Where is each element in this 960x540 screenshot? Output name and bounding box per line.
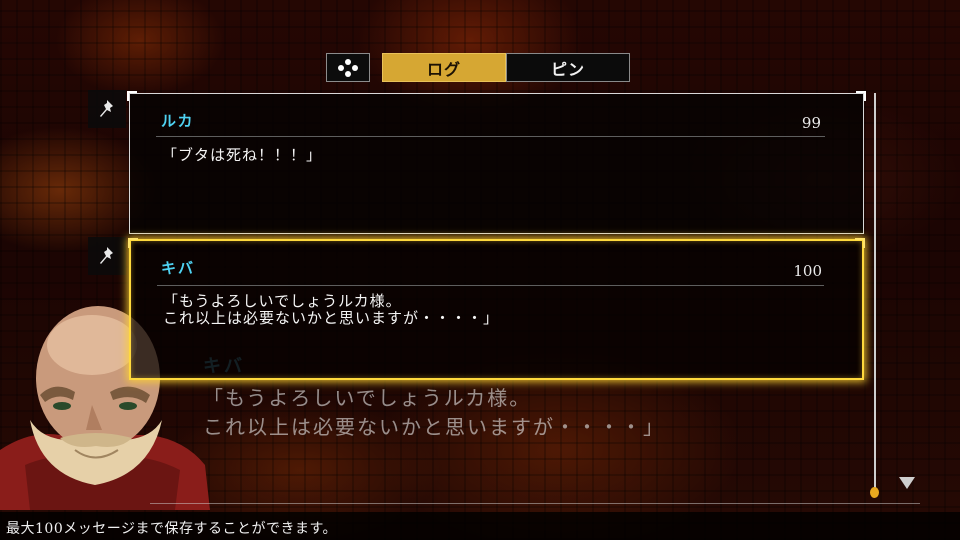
frame-corner [856,91,866,101]
pin-icon [100,247,113,264]
log-tab-bar: ログ ピン [326,53,630,82]
log-speaker-name: ルカ [161,112,195,130]
tab-log[interactable]: ログ [382,53,506,82]
dialogue-divider [150,503,920,504]
log-divider [156,136,825,137]
frame-corner [128,238,138,248]
log-divider [157,285,824,286]
log-entry[interactable]: ルカ 99 「ブタは死ね！！！」 [127,91,866,234]
help-text: 最大100メッセージまで保存することができます。 [6,521,338,537]
dialogue-text: 「もうよろしいでしょうルカ様。 これ以上は必要ないかと思いますが・・・・」 [203,386,665,439]
pin-icon [100,100,113,117]
pin-button[interactable] [88,237,126,275]
log-entry-selected[interactable]: キバ 100 「もうよろしいでしょうルカ様。 これ以上は必要ないかと思いますが・… [128,238,865,380]
log-speaker-name: キバ [161,259,196,277]
scroll-down-arrow-icon[interactable] [898,476,916,490]
log-message-text: 「ブタは死ね！！！」 [162,146,323,164]
log-message-text: 「もうよろしいでしょうルカ様。 これ以上は必要ないかと思いますが・・・・」 [163,292,500,327]
scrollbar-thumb[interactable] [870,487,879,498]
tab-pin[interactable]: ピン [506,53,630,82]
dpad-icon[interactable] [326,53,370,82]
frame-corner [127,91,137,101]
pin-button[interactable] [88,90,126,128]
log-message-number: 100 [793,262,822,280]
scrollbar-track[interactable] [874,93,876,490]
frame-corner [855,238,865,248]
help-footer: 最大100メッセージまで保存することができます。 [0,512,960,540]
log-message-number: 99 [801,114,821,132]
